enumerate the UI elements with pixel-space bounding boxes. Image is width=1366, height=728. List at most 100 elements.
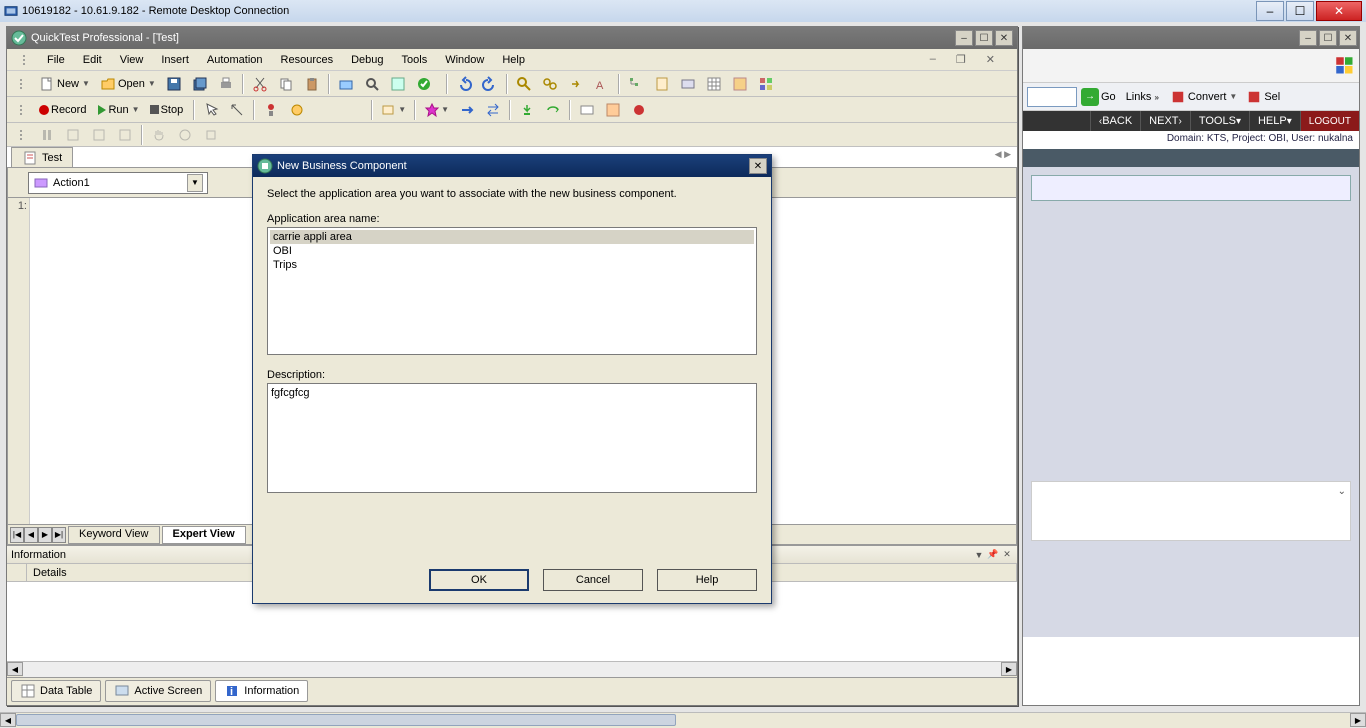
save-button[interactable] (162, 73, 186, 95)
dialog-close-button[interactable]: ✕ (749, 158, 767, 174)
open-button[interactable]: Open▼ (96, 73, 160, 95)
rdp-minimize-button[interactable]: – (1256, 1, 1284, 21)
lower-panel[interactable]: ⌄ (1031, 481, 1351, 541)
list-item[interactable]: Trips (270, 258, 754, 272)
new-button[interactable]: New▼ (35, 73, 94, 95)
results-button[interactable] (728, 73, 752, 95)
hscroll-thumb[interactable] (16, 714, 676, 726)
mdi-restore-button[interactable]: ❐ (948, 51, 974, 68)
hscroll-left[interactable]: ◀ (7, 662, 23, 676)
analog-recording-button[interactable] (225, 99, 249, 121)
insert-call-button[interactable]: ▼ (377, 99, 410, 121)
nav-tools[interactable]: TOOLS ▾ (1190, 111, 1249, 131)
browser-minimize-button[interactable]: – (1299, 30, 1317, 46)
menu-file[interactable]: File (39, 52, 73, 68)
tab-data-table[interactable]: Data Table (11, 680, 101, 702)
mdi-close-button[interactable]: ✕ (978, 51, 1003, 68)
qtp-maximize-button[interactable]: ☐ (975, 30, 993, 46)
nav-back[interactable]: ‹ BACK (1090, 111, 1140, 131)
menu-debug[interactable]: Debug (343, 52, 391, 68)
nav-logout[interactable]: LOGOUT (1300, 111, 1359, 131)
paste-button[interactable] (300, 73, 324, 95)
object-repository-button[interactable] (334, 73, 358, 95)
insert-checkpoint-button[interactable]: ▼ (420, 99, 453, 121)
insert-transaction-button[interactable] (481, 99, 505, 121)
rdp-close-button[interactable]: ✕ (1316, 1, 1362, 21)
function-library-button[interactable] (650, 73, 674, 95)
rdp-maximize-button[interactable]: ☐ (1286, 1, 1314, 21)
pointer-tool-button[interactable] (199, 99, 223, 121)
recovery-scenario-button[interactable] (676, 73, 700, 95)
menu-edit[interactable]: Edit (75, 52, 110, 68)
tree-view-button[interactable] (624, 73, 648, 95)
find-next-button[interactable] (564, 73, 588, 95)
panel-close-button[interactable]: ✕ (1001, 549, 1013, 561)
hscroll-track[interactable] (23, 662, 1001, 677)
hscroll-right[interactable]: ▶ (1350, 713, 1366, 727)
os-horizontal-scrollbar[interactable]: ◀ ▶ (0, 712, 1366, 728)
browser-maximize-button[interactable]: ☐ (1319, 30, 1337, 46)
find-button[interactable] (512, 73, 536, 95)
step-button-3[interactable] (113, 124, 137, 146)
run-button[interactable]: Run▼ (94, 99, 143, 121)
insert-output-button[interactable] (455, 99, 479, 121)
step-generator-button[interactable] (386, 73, 410, 95)
browser-close-button[interactable]: ✕ (1339, 30, 1357, 46)
tab-scroll-arrows[interactable]: ◀ ▶ (995, 149, 1011, 160)
tab-nav-prev[interactable]: ◀ (24, 527, 38, 543)
menu-insert[interactable]: Insert (153, 52, 197, 68)
menu-window[interactable]: Window (437, 52, 492, 68)
action-selector[interactable]: Action1 ▼ (28, 172, 208, 194)
tab-nav-first[interactable]: |◀ (10, 527, 24, 543)
redo-button[interactable] (478, 73, 502, 95)
select-button[interactable]: Sel (1247, 90, 1280, 104)
description-textarea[interactable]: fgfcgfcg (267, 383, 757, 493)
document-tab-test[interactable]: Test (11, 147, 73, 167)
nav-help[interactable]: HELP ▾ (1249, 111, 1300, 131)
menu-resources[interactable]: Resources (273, 52, 342, 68)
bookmark-button[interactable]: A (590, 73, 614, 95)
debug-viewer-button[interactable] (601, 99, 625, 121)
cancel-button[interactable]: Cancel (543, 569, 643, 591)
save-all-button[interactable] (188, 73, 212, 95)
menu-automation[interactable]: Automation (199, 52, 271, 68)
record-settings-button[interactable] (285, 99, 309, 121)
tab-keyword-view[interactable]: Keyword View (68, 526, 160, 544)
cursor-tool-button[interactable] (173, 124, 197, 146)
tab-active-screen[interactable]: Active Screen (105, 680, 211, 702)
step-button-1[interactable] (61, 124, 85, 146)
hscroll-left[interactable]: ◀ (0, 713, 16, 727)
stop-button[interactable]: Stop (146, 99, 190, 121)
hscroll-right[interactable]: ▶ (1001, 662, 1017, 676)
copy-button[interactable] (274, 73, 298, 95)
qtp-titlebar[interactable]: QuickTest Professional - [Test] – ☐ ✕ (7, 27, 1017, 49)
links-menu[interactable]: Links » (1126, 91, 1159, 103)
nav-next[interactable]: NEXT › (1140, 111, 1190, 131)
object-spy-button[interactable] (360, 73, 384, 95)
tab-expert-view[interactable]: Expert View (162, 526, 246, 544)
cut-button[interactable] (248, 73, 272, 95)
sync-tool-button[interactable] (199, 124, 223, 146)
low-level-recording-button[interactable] (259, 99, 283, 121)
qtp-minimize-button[interactable]: – (955, 30, 973, 46)
menu-view[interactable]: View (112, 52, 152, 68)
list-item[interactable]: OBI (270, 244, 754, 258)
app-area-listbox[interactable]: carrie appli area OBI Trips (267, 227, 757, 355)
options-button[interactable] (754, 73, 778, 95)
breakpoints-button[interactable] (627, 99, 651, 121)
undo-button[interactable] (452, 73, 476, 95)
tab-nav-last[interactable]: ▶| (52, 527, 66, 543)
mdi-minimize-button[interactable]: – (922, 51, 944, 68)
replace-button[interactable] (538, 73, 562, 95)
dialog-titlebar[interactable]: New Business Component ✕ (253, 155, 771, 177)
panel-pin-button[interactable]: 📌 (987, 549, 999, 561)
check-syntax-button[interactable] (412, 73, 436, 95)
tab-information[interactable]: iInformation (215, 680, 308, 702)
ok-button[interactable]: OK (429, 569, 529, 591)
info-column-icon[interactable] (7, 564, 27, 581)
watch-button[interactable] (575, 99, 599, 121)
pause-button[interactable] (35, 124, 59, 146)
qtp-close-button[interactable]: ✕ (995, 30, 1013, 46)
list-item[interactable]: carrie appli area (270, 230, 754, 244)
address-input[interactable] (1027, 87, 1077, 107)
